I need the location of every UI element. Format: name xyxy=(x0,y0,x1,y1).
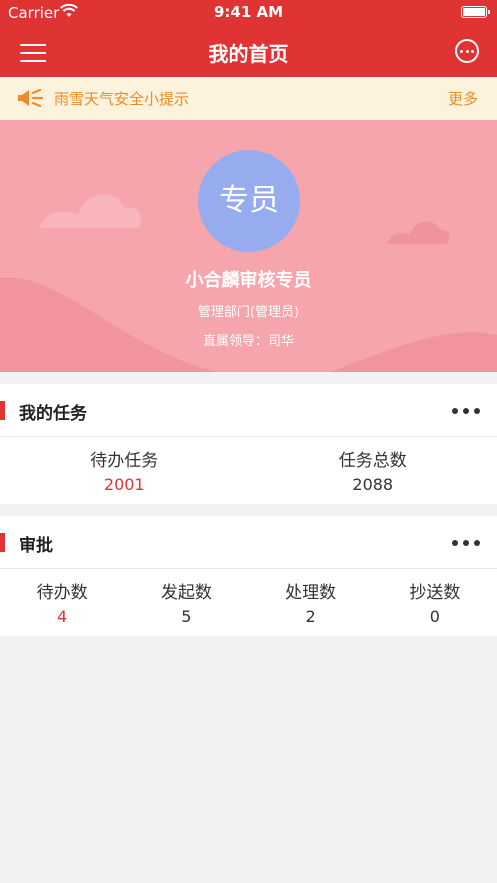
battery-icon xyxy=(461,6,490,18)
tasks-card: 我的任务 待办任务 2001 任务总数 2088 xyxy=(0,384,497,504)
user-leader: 直属领导：司华 xyxy=(202,334,294,349)
stat-initiated[interactable]: 发起数 5 xyxy=(124,569,248,626)
section-marker xyxy=(0,533,5,552)
stat-value: 4 xyxy=(57,607,68,626)
section-marker xyxy=(0,401,5,420)
stat-value: 0 xyxy=(429,607,440,626)
stat-value: 2088 xyxy=(352,475,394,494)
user-name: 小合麟审核专员 xyxy=(185,270,312,291)
stat-label: 发起数 xyxy=(160,583,212,603)
avatar[interactable]: 专员 xyxy=(198,150,300,252)
stat-label: 抄送数 xyxy=(409,583,461,603)
status-bar: Carrier 9:41 AM xyxy=(0,0,497,26)
stat-value: 2001 xyxy=(103,475,145,494)
notice-text[interactable]: 雨雪天气安全小提示 xyxy=(54,88,189,109)
user-department: 管理部门(管理员) xyxy=(197,305,300,320)
approval-card: 审批 待办数 4 发起数 5 处理数 2 抄送数 0 xyxy=(0,516,497,636)
status-time: 9:41 AM xyxy=(213,3,284,21)
tasks-card-header: 我的任务 xyxy=(0,384,497,437)
stat-cc[interactable]: 抄送数 0 xyxy=(373,569,497,626)
more-circle-icon[interactable] xyxy=(455,39,479,63)
notice-more-link[interactable]: 更多 xyxy=(448,88,478,109)
stat-processed[interactable]: 处理数 2 xyxy=(249,569,373,626)
speaker-icon xyxy=(18,89,44,107)
page-title: 我的首页 xyxy=(208,42,289,66)
approval-card-header: 审批 xyxy=(0,516,497,569)
stat-label: 待办数 xyxy=(36,583,88,603)
stat-label: 待办任务 xyxy=(90,451,159,471)
stat-pending-tasks[interactable]: 待办任务 2001 xyxy=(0,437,249,494)
stat-pending-approvals[interactable]: 待办数 4 xyxy=(0,569,124,626)
tasks-more-icon[interactable] xyxy=(452,408,480,414)
tasks-stats: 待办任务 2001 任务总数 2088 xyxy=(0,437,497,494)
profile-banner: 专员 小合麟审核专员 管理部门(管理员) 直属领导：司华 xyxy=(0,120,497,372)
stat-value: 2 xyxy=(305,607,316,626)
stat-value: 5 xyxy=(181,607,192,626)
tasks-title: 我的任务 xyxy=(19,404,87,424)
stat-label: 处理数 xyxy=(285,583,337,603)
stat-total-tasks[interactable]: 任务总数 2088 xyxy=(249,437,497,494)
approval-stats: 待办数 4 发起数 5 处理数 2 抄送数 0 xyxy=(0,569,497,626)
nav-bar: 我的首页 xyxy=(0,26,497,77)
notice-bar[interactable]: 雨雪天气安全小提示 更多 xyxy=(0,77,497,120)
approval-title: 审批 xyxy=(19,536,53,556)
stat-label: 任务总数 xyxy=(338,451,407,471)
approval-more-icon[interactable] xyxy=(452,540,480,546)
